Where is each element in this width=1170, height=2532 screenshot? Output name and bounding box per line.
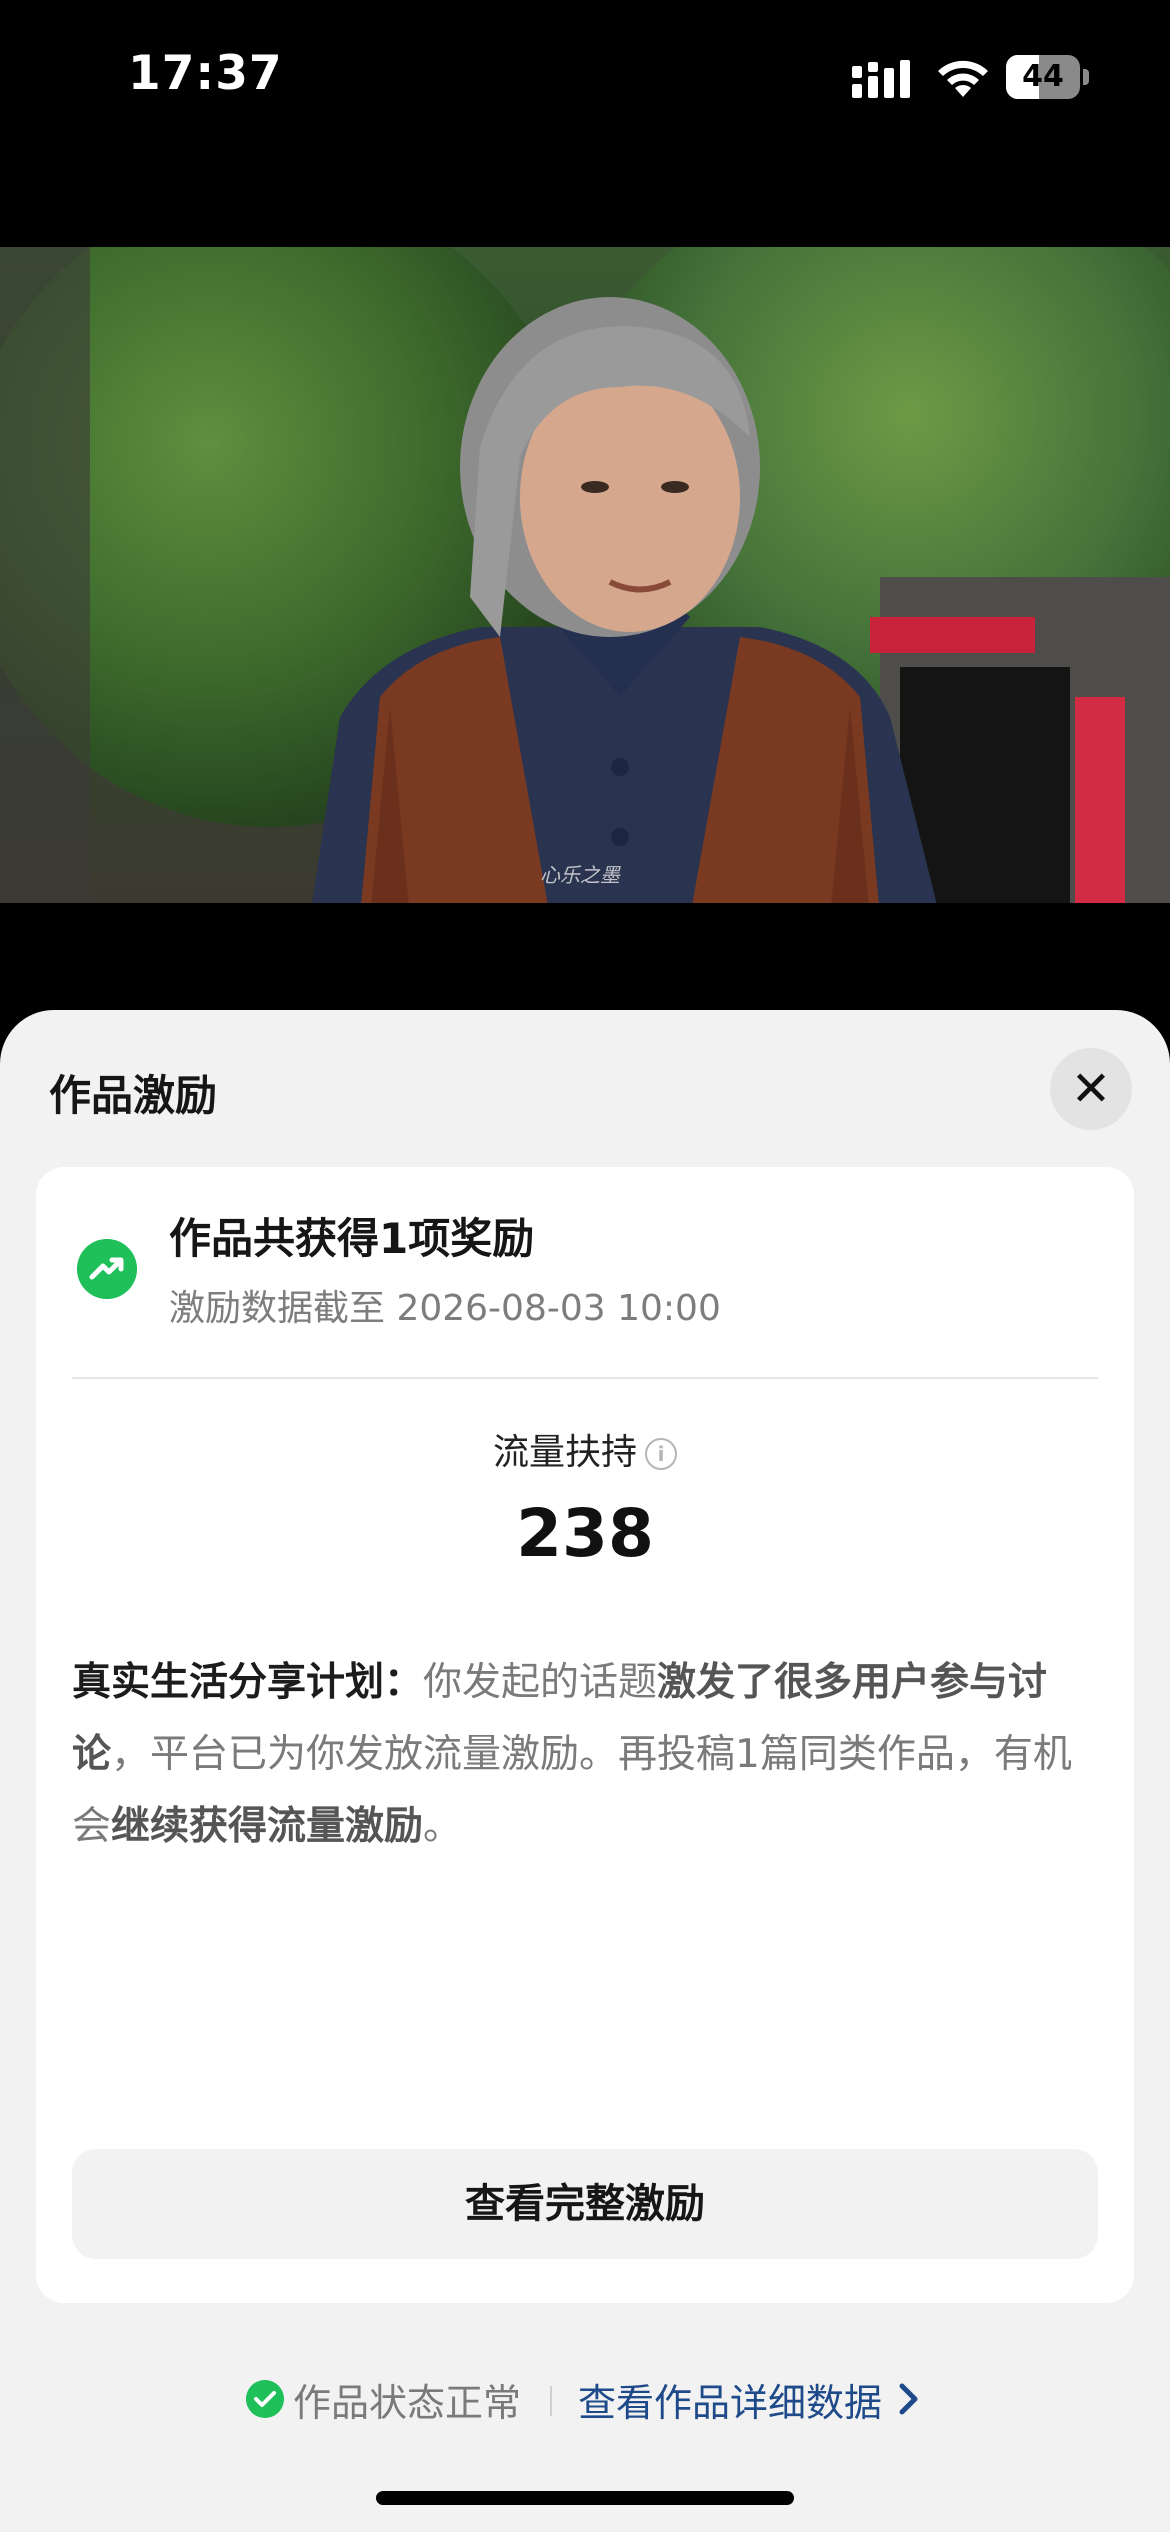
incentive-card: 作品共获得1项奖励 激励数据截至 2026-08-03 10:00 流量扶持 i … <box>36 1167 1134 2303</box>
reward-count-heading: 作品共获得1项奖励 <box>169 1214 535 1263</box>
sheet-title: 作品激励 <box>49 1071 218 1120</box>
work-status-text: 作品状态正常 <box>293 2381 522 2425</box>
plan-name: 真实生活分享计划： <box>72 1660 424 1705</box>
elderly-woman-figure <box>312 297 937 903</box>
footer-separator <box>550 2386 552 2416</box>
data-cutoff-time: 激励数据截至 2026-08-03 10:00 <box>169 1288 721 1329</box>
view-detail-data-link[interactable]: 查看作品详细数据 <box>578 2372 882 2427</box>
incentive-bottom-sheet: 作品激励 ✕ 作品共获得1项奖励 激励数据截至 2026-08-03 10:00… <box>0 1010 1170 2532</box>
divider <box>72 1377 1098 1379</box>
check-circle-icon <box>246 2380 284 2418</box>
video-watermark: 心乐之墨 <box>540 863 620 887</box>
clock: 17:37 <box>128 46 283 101</box>
home-indicator[interactable] <box>376 2491 794 2505</box>
status-bar: 17:37 44 <box>0 0 1170 150</box>
wifi-icon <box>938 60 988 97</box>
chevron-right-icon[interactable] <box>896 2380 922 2418</box>
desc-text-1: 你发起的话题 <box>423 1660 658 1705</box>
background-wall-left <box>0 247 90 903</box>
trending-up-icon <box>77 1239 137 1299</box>
footer-row: 作品状态正常 查看作品详细数据 <box>0 2358 1170 2438</box>
view-full-incentive-button[interactable]: 查看完整激励 <box>72 2149 1098 2259</box>
desc-highlight-2: 继续获得流量激励 <box>111 1804 424 1849</box>
info-icon[interactable]: i <box>645 1438 677 1470</box>
battery-icon: 44 <box>1006 55 1090 99</box>
close-icon: ✕ <box>1070 1061 1112 1117</box>
metric-label-row: 流量扶持 i <box>36 1423 1134 1475</box>
red-couplet-side <box>1075 697 1125 903</box>
battery-percentage: 44 <box>1022 59 1064 94</box>
traffic-support-value: 238 <box>516 1495 654 1572</box>
incentive-description: 真实生活分享计划：你发起的话题激发了很多用户参与讨论，平台已为你发放流量激励。再… <box>72 1647 1102 1863</box>
close-button[interactable]: ✕ <box>1050 1048 1132 1130</box>
cellular-signal-icon <box>852 60 910 98</box>
desc-text-3: 。 <box>423 1804 463 1849</box>
video-player[interactable]: 心乐之墨 <box>0 247 1170 903</box>
metric-label: 流量扶持 <box>492 1432 637 1473</box>
